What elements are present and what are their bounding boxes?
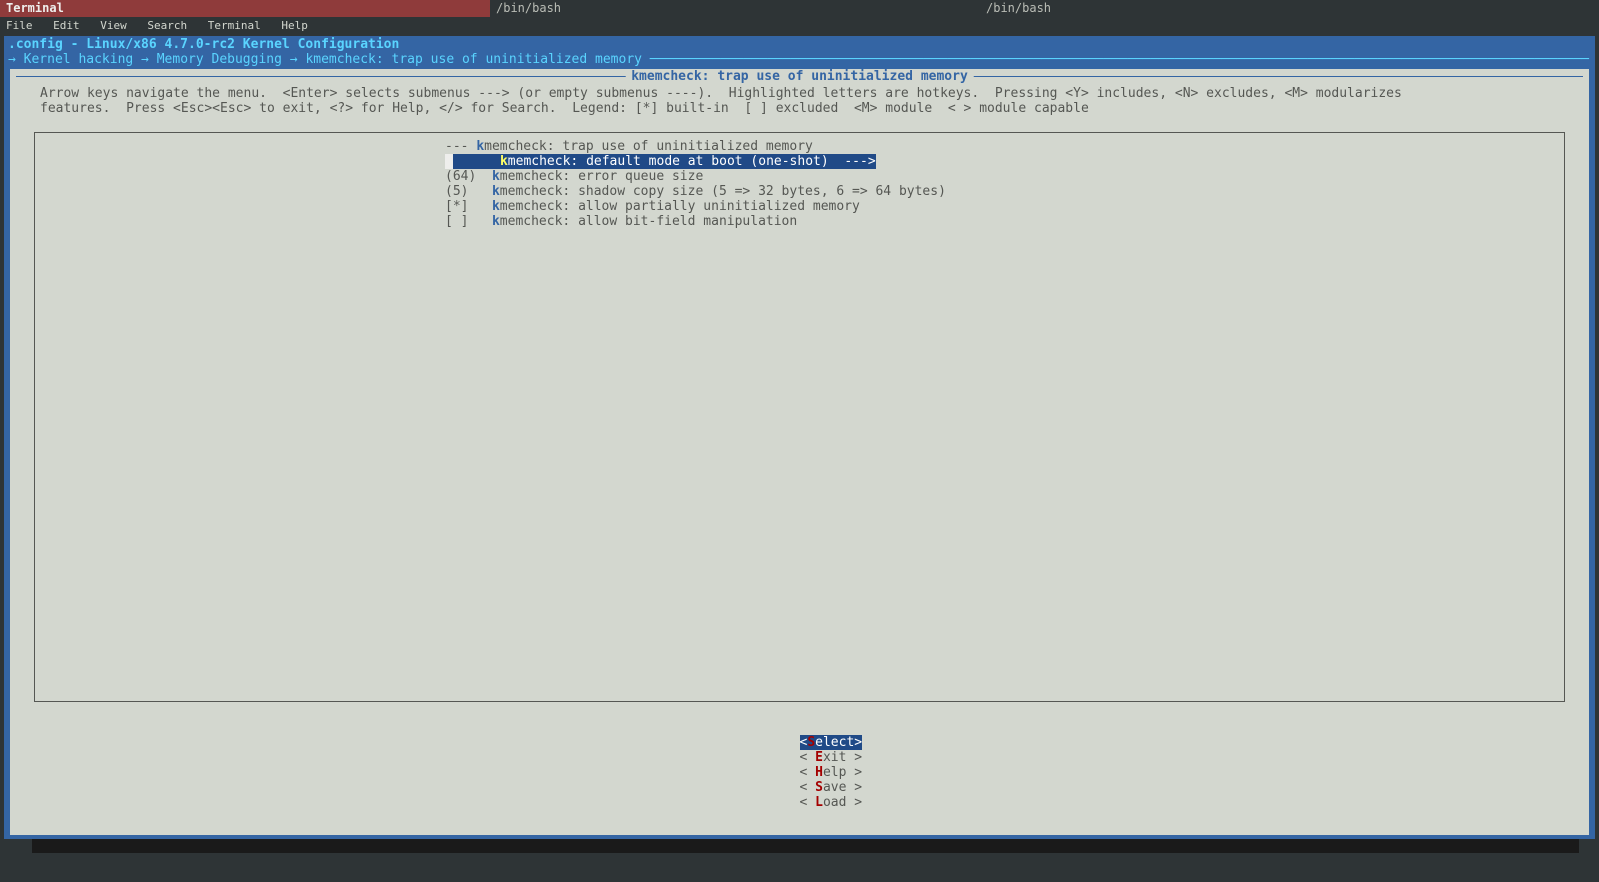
terminal-body: .config - Linux/x86 4.7.0-rc2 Kernel Con… (0, 36, 1599, 853)
dialog-shadow (32, 839, 1579, 853)
save-button[interactable]: < Save > (800, 780, 863, 795)
option-allow-bitfield[interactable]: [ ] kmemcheck: allow bit-field manipulat… (35, 214, 797, 229)
options-list[interactable]: --- kmemcheck: trap use of uninitialized… (34, 132, 1565, 702)
tab-bash-1[interactable]: /bin/bash (490, 0, 980, 17)
menubar: File Edit View Search Terminal Help (0, 17, 1599, 36)
window-titlebar: Terminal /bin/bash /bin/bash (0, 0, 1599, 17)
tab-terminal[interactable]: Terminal (0, 0, 490, 17)
menu-view[interactable]: View (100, 19, 127, 32)
menuconfig-dialog: kmemcheck: trap use of uninitialized mem… (10, 69, 1589, 835)
option-header: --- kmemcheck: trap use of uninitialized… (35, 139, 813, 154)
menu-help[interactable]: Help (281, 19, 308, 32)
config-title: .config - Linux/x86 4.7.0-rc2 Kernel Con… (4, 36, 1595, 52)
dialog-buttons: <Select> < Exit > < Help > < Save > < Lo… (10, 720, 1589, 825)
menu-terminal[interactable]: Terminal (208, 19, 261, 32)
tab-bash-2[interactable]: /bin/bash (980, 0, 1470, 17)
option-default-mode[interactable]: kmemcheck: default mode at boot (one-sho… (445, 154, 876, 169)
help-button[interactable]: < Help > (800, 765, 863, 780)
option-shadow-copy-size[interactable]: (5) kmemcheck: shadow copy size (5 => 32… (35, 184, 946, 199)
breadcrumb: → Kernel hacking → Memory Debugging → km… (4, 52, 1595, 69)
menu-file[interactable]: File (6, 19, 33, 32)
menu-search[interactable]: Search (147, 19, 187, 32)
dialog-title: kmemcheck: trap use of uninitialized mem… (625, 69, 974, 84)
select-button[interactable]: <Select> (800, 735, 863, 750)
load-button[interactable]: < Load > (800, 795, 863, 810)
help-text: Arrow keys navigate the menu. <Enter> se… (10, 84, 1589, 122)
exit-button[interactable]: < Exit > (800, 750, 863, 765)
menu-edit[interactable]: Edit (53, 19, 80, 32)
option-allow-partial-uninit[interactable]: [*] kmemcheck: allow partially uninitial… (35, 199, 860, 214)
option-error-queue-size[interactable]: (64) kmemcheck: error queue size (35, 169, 703, 184)
